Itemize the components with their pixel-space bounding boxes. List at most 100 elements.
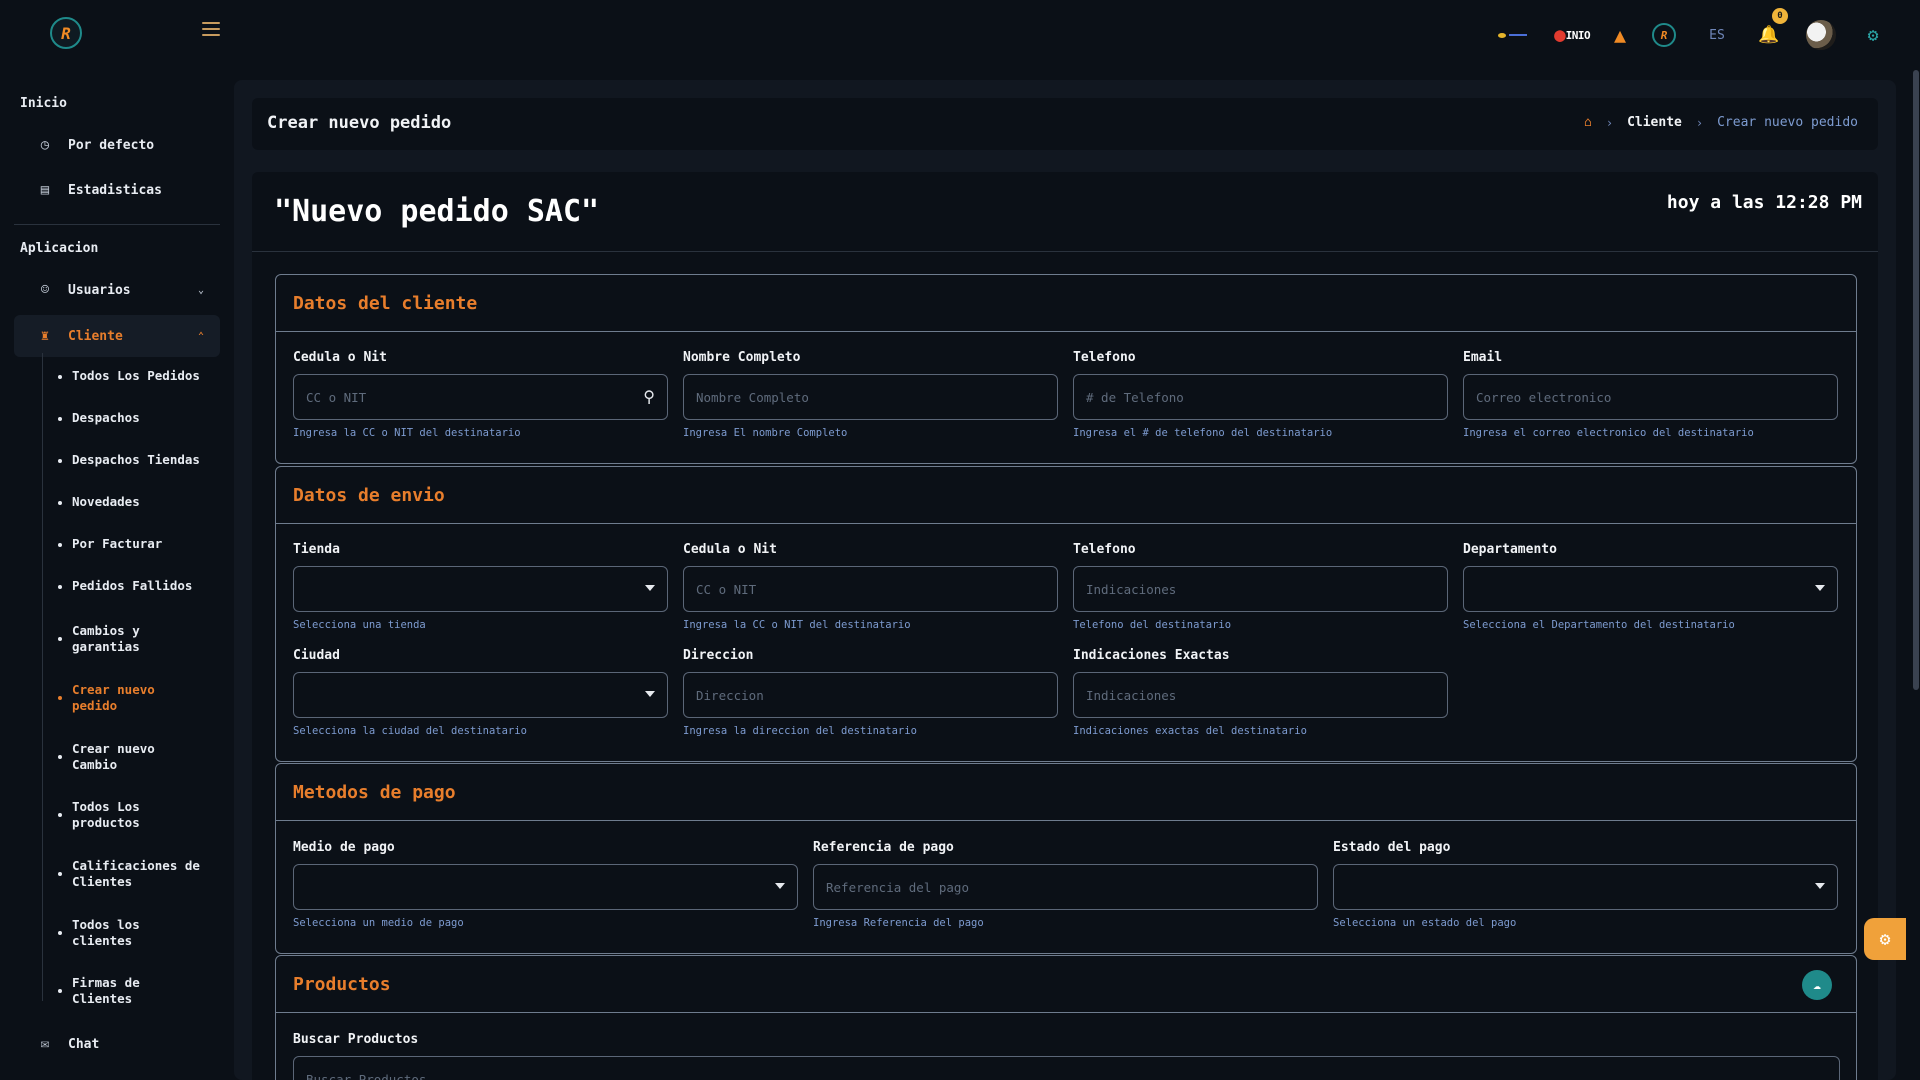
field-label: Telefono bbox=[1073, 350, 1136, 365]
top-actions: ⬤ INIO ▲ R ES 🔔 0 ⚙ bbox=[1496, 8, 1884, 52]
departamento-select[interactable] bbox=[1463, 566, 1838, 612]
sidebar-item-label: Usuarios bbox=[68, 282, 131, 298]
cedula-cliente-input[interactable] bbox=[306, 375, 667, 419]
buscar-productos-input[interactable] bbox=[306, 1057, 1839, 1080]
submenu-item-cambios-y-garantias[interactable]: Cambios y garantias bbox=[58, 623, 168, 655]
buscar-productos-box bbox=[293, 1056, 1840, 1080]
field-label: Tienda bbox=[293, 542, 340, 557]
top-bar: R ⬤ INIO ▲ R ES 🔔 0 ⚙ bbox=[0, 0, 1920, 70]
field-help: Ingresa El nombre Completo bbox=[683, 427, 848, 439]
order-title: "Nuevo pedido SAC" bbox=[274, 194, 600, 229]
medio-pago-select[interactable] bbox=[293, 864, 798, 910]
order-header: "Nuevo pedido SAC" hoy a las 12:28 PM bbox=[252, 172, 1878, 252]
field-help: Selecciona un estado del pago bbox=[1333, 917, 1517, 929]
sidebar-item-por-defecto[interactable]: ◷ Por defecto bbox=[14, 124, 220, 166]
home-icon[interactable]: ⌂ bbox=[1584, 115, 1592, 130]
referencia-pago-input[interactable] bbox=[826, 865, 1317, 909]
menu-toggle-icon[interactable] bbox=[202, 22, 220, 36]
submenu-item-crear-nuevo-pedido[interactable]: Crear nuevo pedido bbox=[58, 682, 168, 714]
submenu-item-crear-nuevo-cambio[interactable]: Crear nuevo Cambio bbox=[58, 741, 168, 773]
field-cedula-envio: Cedula o Nit Ingresa la CC o NIT del des… bbox=[683, 542, 1058, 631]
sidebar-item-label: Chat bbox=[68, 1036, 100, 1052]
app-logo[interactable]: R bbox=[50, 17, 82, 49]
field-telefono-envio: Telefono Telefono del destinatario bbox=[1073, 542, 1448, 631]
telefono-input-box bbox=[1073, 374, 1448, 420]
submenu-item-despachos-tiendas[interactable]: Despachos Tiendas bbox=[58, 452, 218, 468]
cloud-upload-icon[interactable]: ☁ bbox=[1802, 970, 1832, 1000]
nombre-completo-input[interactable] bbox=[696, 375, 1057, 419]
store-brand-logo-2[interactable]: ⬤ INIO bbox=[1554, 18, 1591, 52]
scrollbar-thumb[interactable] bbox=[1913, 70, 1919, 690]
field-help: Ingresa la CC o NIT del destinatario bbox=[683, 619, 911, 631]
chevron-up-icon: ⌃ bbox=[197, 330, 204, 342]
submenu-item-calificaciones-de-clientes[interactable]: Calificaciones de Clientes bbox=[58, 858, 208, 890]
page-scrollbar[interactable] bbox=[1912, 70, 1920, 1080]
field-cedula-cliente: Cedula o Nit ⚲ Ingresa la CC o NIT del d… bbox=[293, 350, 668, 439]
submenu-item-todos-los-pedidos[interactable]: Todos Los Pedidos bbox=[58, 368, 218, 384]
tienda-select[interactable] bbox=[293, 566, 668, 612]
submenu-item-despachos[interactable]: Despachos bbox=[58, 410, 218, 426]
field-label: Buscar Productos bbox=[293, 1032, 419, 1047]
panel-title: Productos bbox=[293, 973, 391, 995]
submenu-item-firmas-de-clientes[interactable]: Firmas de Clientes bbox=[58, 975, 168, 1007]
estado-pago-select[interactable] bbox=[1333, 864, 1838, 910]
telefono-envio-box bbox=[1073, 566, 1448, 612]
field-help: Ingresa el # de telefono del destinatari… bbox=[1073, 427, 1333, 439]
field-medio-pago: Medio de pago Selecciona un medio de pag… bbox=[293, 840, 798, 929]
direccion-input[interactable] bbox=[696, 673, 1057, 717]
floating-settings-gear-icon[interactable]: ⚙ bbox=[1864, 918, 1906, 960]
sidebar-item-usuarios[interactable]: ☺ Usuarios ⌄ bbox=[14, 269, 220, 311]
field-help: Selecciona la ciudad del destinatario bbox=[293, 725, 527, 737]
submenu-item-por-facturar[interactable]: Por Facturar bbox=[58, 536, 218, 552]
submenu-item-novedades[interactable]: Novedades bbox=[58, 494, 218, 510]
field-help: Selecciona una tienda bbox=[293, 619, 426, 631]
sidebar-item-label: Cliente bbox=[68, 328, 123, 344]
breadcrumb-cliente[interactable]: Cliente bbox=[1627, 115, 1682, 130]
field-label: Telefono bbox=[1073, 542, 1136, 557]
sidebar-divider bbox=[14, 224, 220, 225]
user-avatar[interactable] bbox=[1806, 20, 1836, 50]
field-label: Medio de pago bbox=[293, 840, 395, 855]
field-help: Selecciona un medio de pago bbox=[293, 917, 464, 929]
panel-productos: Productos ☁ Buscar Productos bbox=[275, 955, 1857, 1080]
nombre-input-box bbox=[683, 374, 1058, 420]
field-estado-pago: Estado del pago Selecciona un estado del… bbox=[1333, 840, 1838, 929]
settings-gear-icon[interactable]: ⚙ bbox=[1862, 18, 1884, 52]
submenu-guide-line bbox=[42, 353, 43, 1001]
order-timestamp: hoy a las 12:28 PM bbox=[1666, 192, 1862, 213]
sidebar-item-cliente[interactable]: ♜ Cliente ⌃ bbox=[14, 315, 220, 357]
ciudad-select[interactable] bbox=[293, 672, 668, 718]
cedula-envio-input[interactable] bbox=[696, 567, 1057, 611]
cedula-input-box: ⚲ bbox=[293, 374, 668, 420]
search-icon[interactable]: ⚲ bbox=[643, 387, 655, 406]
store-brand-logo-1[interactable] bbox=[1496, 18, 1530, 52]
page-header: Crear nuevo pedido ⌂ › Cliente › Crear n… bbox=[252, 98, 1878, 150]
field-help: Indicaciones exactas del destinatario bbox=[1073, 725, 1307, 737]
shopping-basket-icon: ♜ bbox=[40, 328, 50, 344]
dropdown-caret-icon bbox=[645, 691, 655, 697]
email-field[interactable] bbox=[1476, 375, 1837, 419]
field-label: Direccion bbox=[683, 648, 754, 663]
dashboard-gauge-icon: ◷ bbox=[40, 137, 50, 153]
sidebar-item-chat[interactable]: ✉ Chat bbox=[14, 1023, 220, 1065]
r-logo-icon[interactable]: R bbox=[1652, 23, 1676, 47]
submenu-item-todos-los-clientes[interactable]: Todos los clientes bbox=[58, 917, 168, 949]
field-label: Departamento bbox=[1463, 542, 1557, 557]
field-help: Ingresa Referencia del pago bbox=[813, 917, 984, 929]
indicaciones-input[interactable] bbox=[1086, 673, 1447, 717]
sidebar-item-estadisticas[interactable]: ▤ Estadisticas bbox=[14, 169, 220, 211]
submenu-item-todos-los-productos[interactable]: Todos Los productos bbox=[58, 799, 168, 831]
field-label: Estado del pago bbox=[1333, 840, 1451, 855]
notifications-bell-icon[interactable]: 🔔 0 bbox=[1758, 8, 1788, 52]
dropdown-caret-icon bbox=[1815, 883, 1825, 889]
telefono-envio-input[interactable] bbox=[1086, 567, 1447, 611]
dropdown-caret-icon bbox=[1815, 585, 1825, 591]
field-label: Ciudad bbox=[293, 648, 340, 663]
field-help: Ingresa la direccion del destinatario bbox=[683, 725, 917, 737]
language-selector[interactable]: ES bbox=[1702, 18, 1732, 52]
field-label: Email bbox=[1463, 350, 1503, 365]
submenu-item-pedidos-fallidos[interactable]: Pedidos Fallidos bbox=[58, 578, 218, 594]
telefono-cliente-input[interactable] bbox=[1086, 375, 1447, 419]
fox-icon[interactable]: ▲ bbox=[1614, 18, 1626, 52]
field-help: Telefono del destinatario bbox=[1073, 619, 1232, 631]
